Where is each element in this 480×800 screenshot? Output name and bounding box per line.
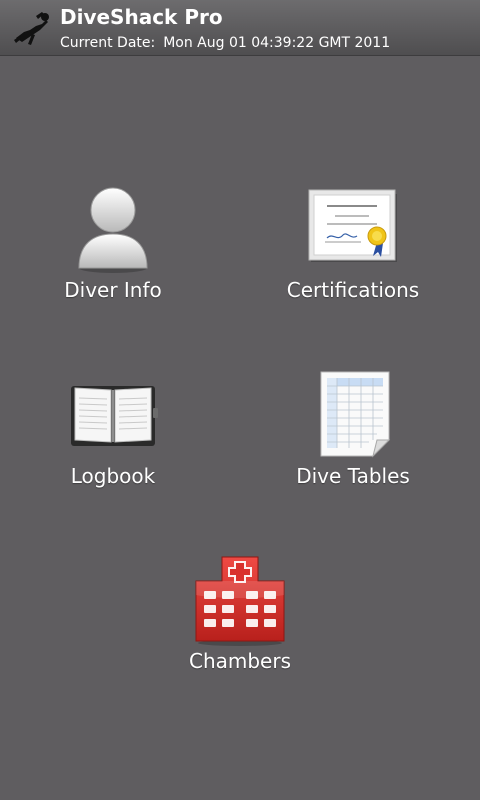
hospital-icon	[195, 556, 285, 646]
current-date-value: Mon Aug 01 04:39:22 GMT 2011	[163, 35, 391, 51]
person-icon	[78, 187, 148, 273]
chambers-label: Chambers	[188, 649, 292, 673]
chambers-button[interactable]: Chambers	[130, 551, 350, 701]
current-date-label: Current Date:	[60, 35, 156, 51]
diver-info-label: Diver Info	[64, 278, 162, 302]
open-book-icon	[71, 386, 158, 446]
spreadsheet-icon	[320, 371, 391, 458]
app-title: DiveShack Pro	[60, 5, 223, 29]
app-screen: DiveShack Pro Current Date: Mon Aug 01 04…	[0, 0, 480, 800]
diver-info-button[interactable]: Diver Info	[3, 180, 223, 330]
logbook-label: Logbook	[70, 464, 156, 488]
current-date-row: Current Date: Mon Aug 01 04:39:22 GMT 201…	[60, 34, 390, 52]
scuba-diver-icon	[14, 12, 49, 45]
certifications-label: Certifications	[286, 278, 420, 302]
dive-tables-button[interactable]: Dive Tables	[243, 366, 463, 516]
title-bar: DiveShack Pro Current Date: Mon Aug 01 04…	[0, 0, 480, 56]
logbook-button[interactable]: Logbook	[3, 366, 223, 516]
certificate-icon	[308, 189, 397, 262]
dive-tables-label: Dive Tables	[296, 464, 410, 488]
certifications-button[interactable]: Certifications	[243, 180, 463, 330]
